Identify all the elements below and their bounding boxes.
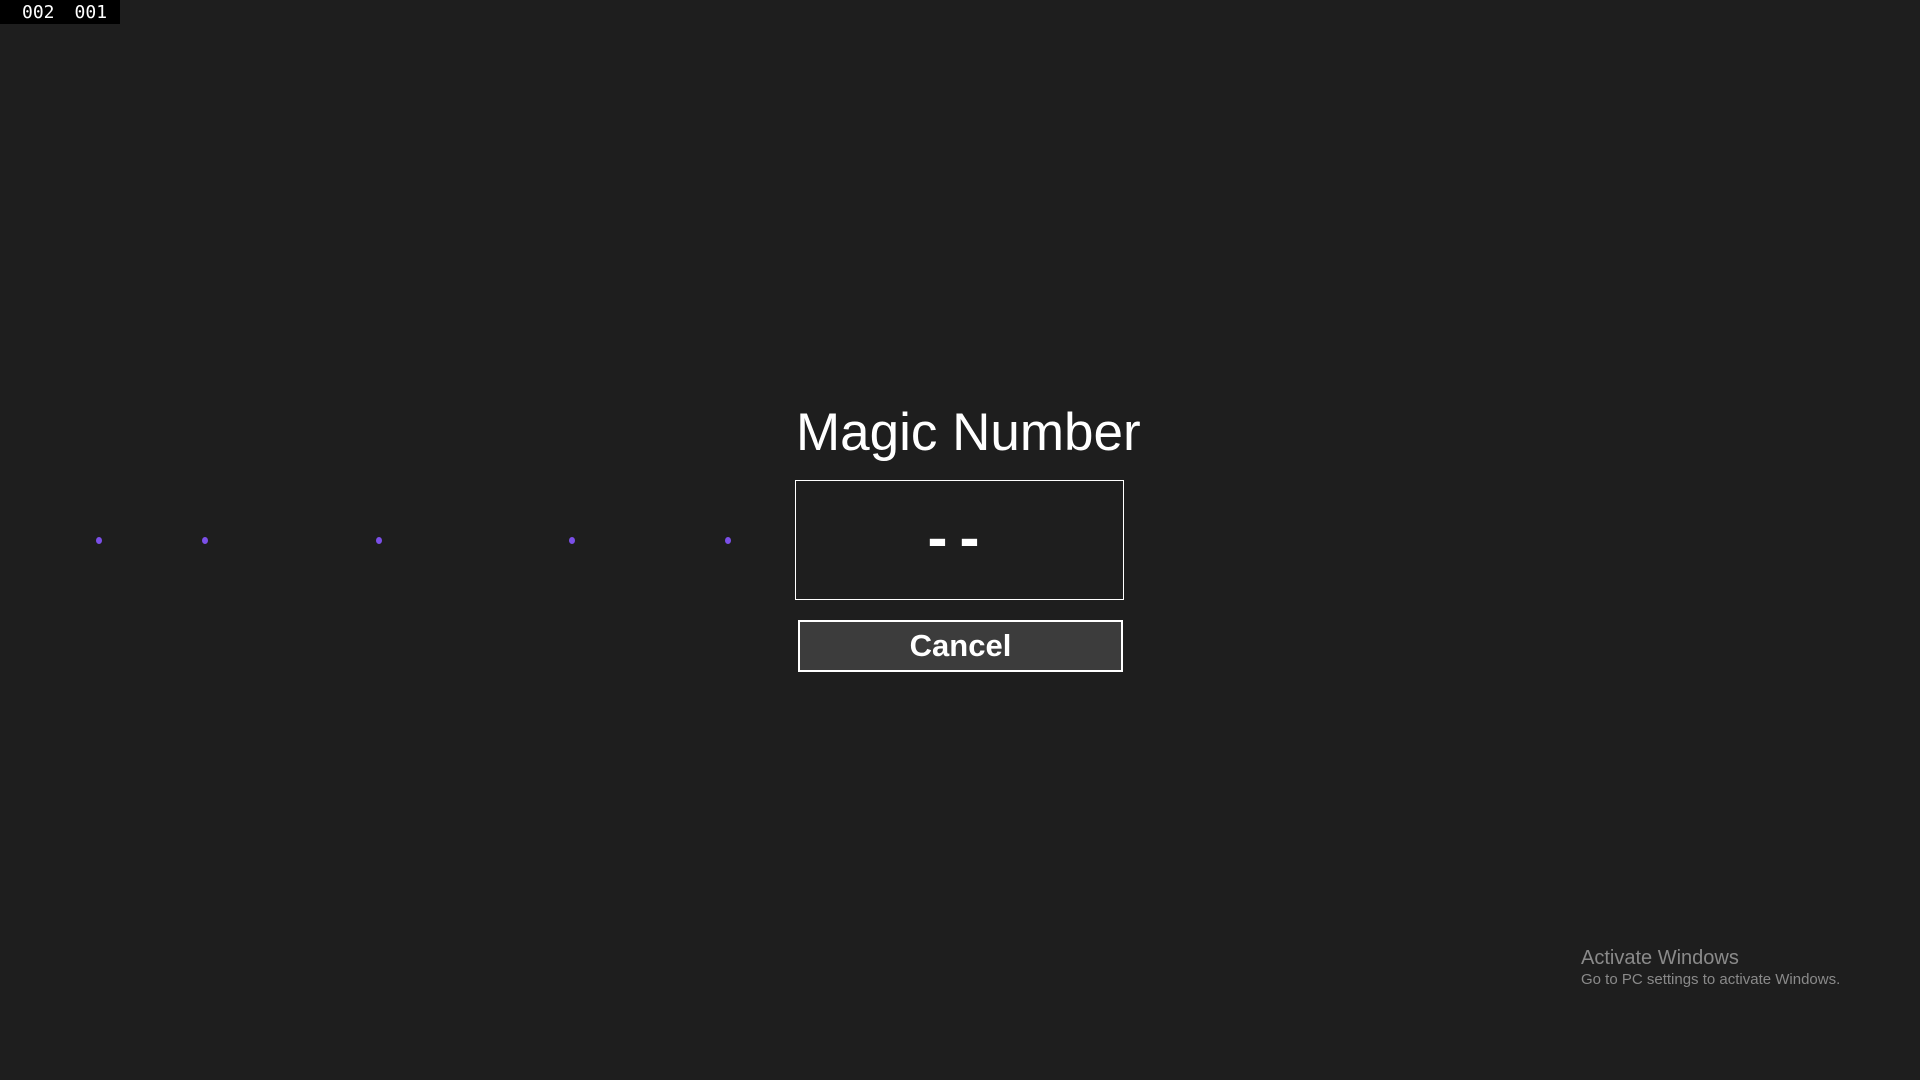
watermark-subtitle: Go to PC settings to activate Windows. bbox=[1581, 971, 1841, 988]
magic-number-value: -- bbox=[927, 504, 992, 571]
progress-dot bbox=[376, 537, 382, 544]
progress-dot bbox=[202, 537, 208, 544]
progress-dot bbox=[725, 537, 731, 544]
frame-counter: 002 001 bbox=[0, 0, 120, 24]
counter-left: 002 bbox=[22, 1, 55, 23]
activation-watermark: Activate Windows Go to PC settings to ac… bbox=[1581, 946, 1840, 990]
magic-number-display: -- bbox=[795, 480, 1124, 600]
progress-dot bbox=[96, 537, 102, 544]
progress-dot bbox=[569, 537, 575, 544]
page-title: Magic Number bbox=[796, 403, 1141, 462]
cancel-button[interactable]: Cancel bbox=[798, 620, 1123, 672]
counter-right: 001 bbox=[74, 1, 108, 23]
watermark-title: Activate Windows bbox=[1581, 947, 1739, 969]
